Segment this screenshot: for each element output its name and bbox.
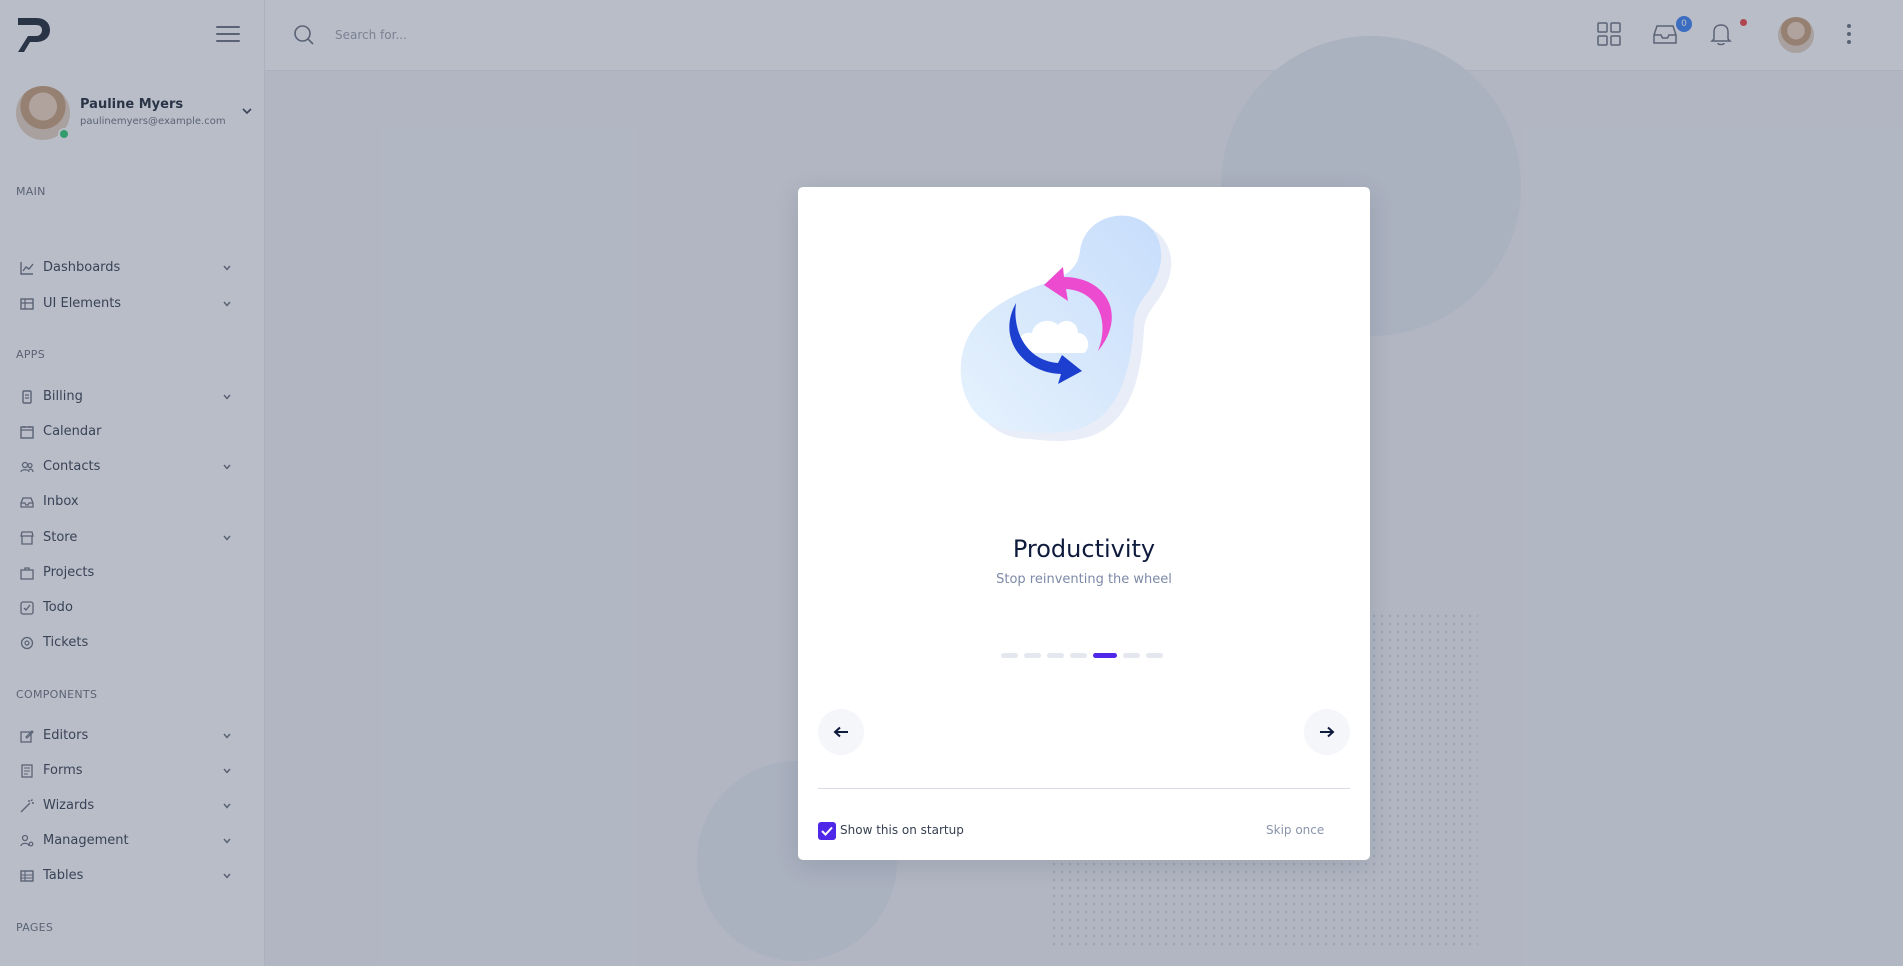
previous-slide-button[interactable] [818,709,864,755]
slide-dot-2[interactable] [1024,653,1041,658]
arrow-right-icon [1320,726,1335,738]
arrow-left-icon [833,726,848,738]
checkmark-icon [821,826,833,836]
show-on-startup-checkbox[interactable] [818,822,836,840]
slide-title: Productivity [1012,535,1156,563]
slide-dot-3[interactable] [1047,653,1064,658]
slide-dot-4[interactable] [1070,653,1087,658]
slide-dot-6[interactable] [1123,653,1140,658]
slide-subtitle: Stop reinventing the wheel [996,572,1172,587]
slide-dot-1[interactable] [1001,653,1018,658]
show-on-startup-label[interactable]: Show this on startup [840,823,964,837]
next-slide-button[interactable] [1304,709,1350,755]
onboarding-modal: Productivity Stop reinventing the wheel … [798,187,1370,860]
slide-dot-7[interactable] [1146,653,1163,658]
slide-indicator [1001,653,1163,659]
divider [818,788,1350,789]
skip-once-link[interactable]: Skip once [1266,823,1324,837]
sync-cloud-icon [960,215,1172,441]
slide-dot-5[interactable] [1093,653,1117,658]
